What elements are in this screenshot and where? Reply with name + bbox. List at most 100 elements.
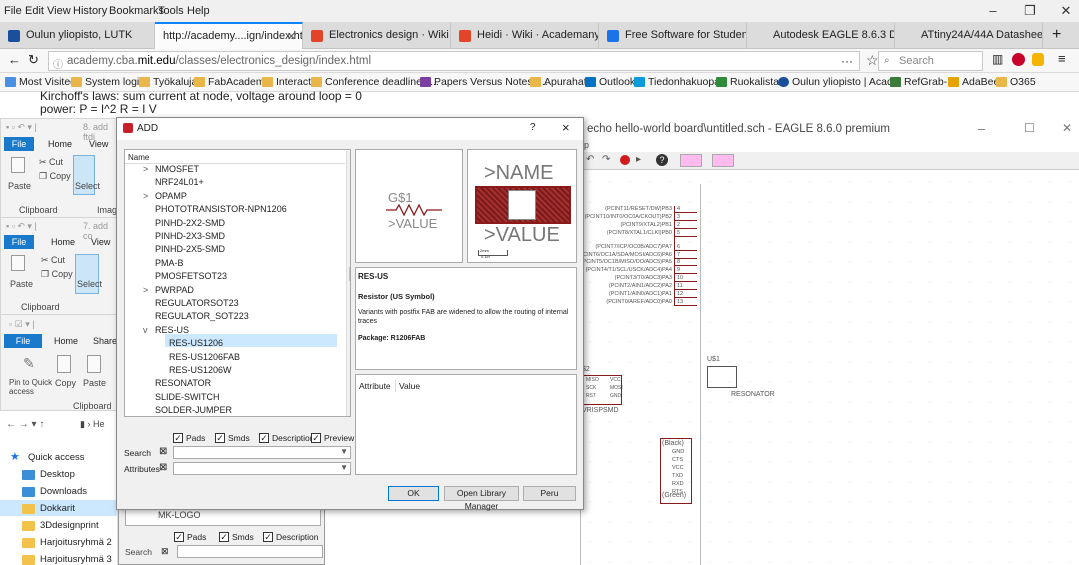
menu-file[interactable]: File <box>4 5 22 17</box>
smds-checkbox[interactable]: ✓ Smds <box>215 433 250 443</box>
home-tab[interactable]: Home <box>51 237 75 247</box>
sync-icon[interactable] <box>712 154 734 167</box>
bookmark-most-visited[interactable]: Most Visited <box>5 76 76 88</box>
bg-search-input[interactable] <box>177 545 323 558</box>
close-button[interactable]: × <box>562 120 570 135</box>
expand-arrow-icon[interactable]: > <box>143 190 148 203</box>
library-icon[interactable]: ▥ <box>992 52 1003 66</box>
extension-icon[interactable] <box>1032 53 1044 66</box>
nav-harjoitusryhma-2[interactable]: Harjoitusryhmä 2 <box>22 537 112 548</box>
cut-button[interactable]: ✂ Cut <box>39 157 63 168</box>
bookmark-papers[interactable]: Papers Versus Notes -... <box>420 76 548 88</box>
bookmark-outlook[interactable]: Outlook <box>585 76 635 88</box>
scroll-thumb[interactable] <box>349 267 350 281</box>
quick-access-node[interactable]: ★ Quick access <box>10 451 85 463</box>
tree-item[interactable]: PMA-B <box>155 257 184 270</box>
view-tab[interactable]: View <box>91 237 110 247</box>
copy-button[interactable]: ❐ Copy <box>41 269 73 280</box>
search-input[interactable]: ▼ <box>173 446 351 459</box>
menu-view[interactable]: View <box>47 5 71 17</box>
schematic-canvas[interactable]: (PCINT11/RESET/DW)PB3 (PCINT10/INT0/OC0A/… <box>578 172 1079 565</box>
share-tab[interactable]: Share <box>93 336 117 346</box>
preview-checkbox[interactable]: ✓ Preview <box>311 433 354 443</box>
help-button[interactable]: ? <box>530 122 536 133</box>
new-tab-icon[interactable]: + <box>1052 26 1061 44</box>
address-bar[interactable]: ▮ › He <box>80 419 104 430</box>
tree-item[interactable]: RES-US1206 <box>169 337 223 350</box>
attribute-column-header[interactable]: Attribute <box>359 381 391 391</box>
tab-heidi-wiki[interactable]: Heidi · Wiki · Academany ... <box>451 23 599 49</box>
bg-description-checkbox[interactable]: ✓ Description <box>263 532 319 542</box>
close-icon[interactable]: ✕ <box>1056 3 1076 19</box>
tree-item[interactable]: NRF24L01+ <box>155 176 204 189</box>
bookmark-oulun-acad[interactable]: Oulun yliopisto | Acad... <box>778 76 902 88</box>
eagle-menu-help[interactable]: p <box>584 140 589 150</box>
tree-item[interactable]: PHOTOTRANSISTOR-NPN1206 <box>155 203 287 216</box>
close-tab-icon[interactable]: ✕ <box>287 30 296 43</box>
nav-dokkarit[interactable]: Dokkarit <box>22 503 75 514</box>
file-tab[interactable]: File <box>4 334 42 348</box>
tab-academy[interactable]: http://academy....ign/index.html ✕ <box>155 22 303 49</box>
tree-item[interactable]: PINHD-2X2-SMD <box>155 217 225 230</box>
paste-button[interactable]: Paste <box>8 181 31 191</box>
pads-checkbox[interactable]: ✓ Pads <box>173 433 205 443</box>
expand-arrow-icon[interactable]: > <box>143 163 148 176</box>
tree-item[interactable]: > OPAMP <box>143 190 187 203</box>
adblock-icon[interactable] <box>1012 53 1025 66</box>
fusion-icon[interactable] <box>680 154 702 167</box>
redo-icon[interactable]: ↷ <box>602 154 610 165</box>
resonator-symbol[interactable] <box>707 366 737 388</box>
tree-item[interactable]: PINHD-2X5-SMD <box>155 243 225 256</box>
bg-pads-checkbox[interactable]: ✓ Pads <box>174 532 206 542</box>
bookmark-tyokaluja[interactable]: Työkaluja <box>139 76 197 88</box>
cut-button[interactable]: ✂ Cut <box>41 255 65 266</box>
copy-button[interactable]: Copy <box>55 378 76 388</box>
tab-electronics-wiki[interactable]: Electronics design · Wiki · ... <box>303 23 451 49</box>
file-tab[interactable]: File <box>4 235 34 249</box>
tab-eagle-download[interactable]: Autodesk EAGLE 8.6.3 Downlo... <box>747 23 895 49</box>
restore-icon[interactable]: ❐ <box>1020 3 1040 19</box>
expand-arrow-icon[interactable]: v <box>143 324 148 337</box>
tree-item[interactable]: SLIDE-SWITCH <box>155 391 220 404</box>
tree-item[interactable]: > PWRPAD <box>143 284 194 297</box>
nav-arrows[interactable]: ← → ▾ ↑ <box>6 419 44 430</box>
scroll-up-icon[interactable]: ▲ <box>349 152 350 159</box>
bg-smds-checkbox[interactable]: ✓ Smds <box>219 532 254 542</box>
go-icon[interactable]: ▸ <box>636 154 641 165</box>
tree-item[interactable]: PINHD-2X3-SMD <box>155 230 225 243</box>
paste-button[interactable]: Paste <box>83 378 106 388</box>
ok-button[interactable]: OK <box>388 486 439 501</box>
bookmark-adabee[interactable]: AdaBee <box>948 76 999 88</box>
home-tab[interactable]: Home <box>48 139 72 149</box>
tree-scrollbar[interactable]: ▲ ▼ <box>346 151 350 416</box>
bookmark-system-login[interactable]: System login <box>71 76 145 88</box>
maximize-icon[interactable]: ☐ <box>1024 121 1035 135</box>
hamburger-menu-icon[interactable]: ≡ <box>1058 51 1066 66</box>
clear-search-icon[interactable]: ⊠ <box>161 546 169 557</box>
clear-attributes-icon[interactable]: ⊠ <box>159 462 167 473</box>
tree-item[interactable]: SOLDER-JUMPER <box>155 404 232 416</box>
nav-harjoitusryhma-3[interactable]: Harjoitusryhmä 3 <box>22 554 112 565</box>
value-column-header[interactable]: Value <box>399 381 420 391</box>
copy-button[interactable]: ❐ Copy <box>39 171 71 182</box>
bookmark-refgrab[interactable]: RefGrab-It <box>890 76 953 88</box>
minimize-icon[interactable]: – <box>983 3 1003 18</box>
bookmark-o365[interactable]: O365 <box>996 76 1036 88</box>
undo-icon[interactable]: ↶ <box>586 154 594 165</box>
scroll-down-icon[interactable]: ▼ <box>349 407 350 414</box>
description-checkbox[interactable]: ✓ Description <box>259 433 315 443</box>
menu-history[interactable]: History <box>73 5 107 17</box>
reload-icon[interactable]: ↻ <box>28 52 39 68</box>
pin-quick-access-button[interactable]: Pin to Quick access <box>9 378 53 396</box>
back-icon[interactable]: ← <box>8 52 21 67</box>
close-icon[interactable]: ✕ <box>1062 121 1072 135</box>
tree-item[interactable]: PMOSFETSOT23 <box>155 270 227 283</box>
minimize-icon[interactable]: – <box>978 121 985 136</box>
menu-tools[interactable]: Tools <box>158 5 184 17</box>
view-tab[interactable]: View <box>89 139 108 149</box>
menu-bookmarks[interactable]: Bookmarks <box>109 5 164 17</box>
tree-item-selected[interactable]: RES-US1206FAB <box>169 351 240 364</box>
stop-icon[interactable] <box>620 155 630 165</box>
bookmark-apurahat[interactable]: Apurahat <box>530 76 587 88</box>
file-tab[interactable]: File <box>4 137 34 151</box>
